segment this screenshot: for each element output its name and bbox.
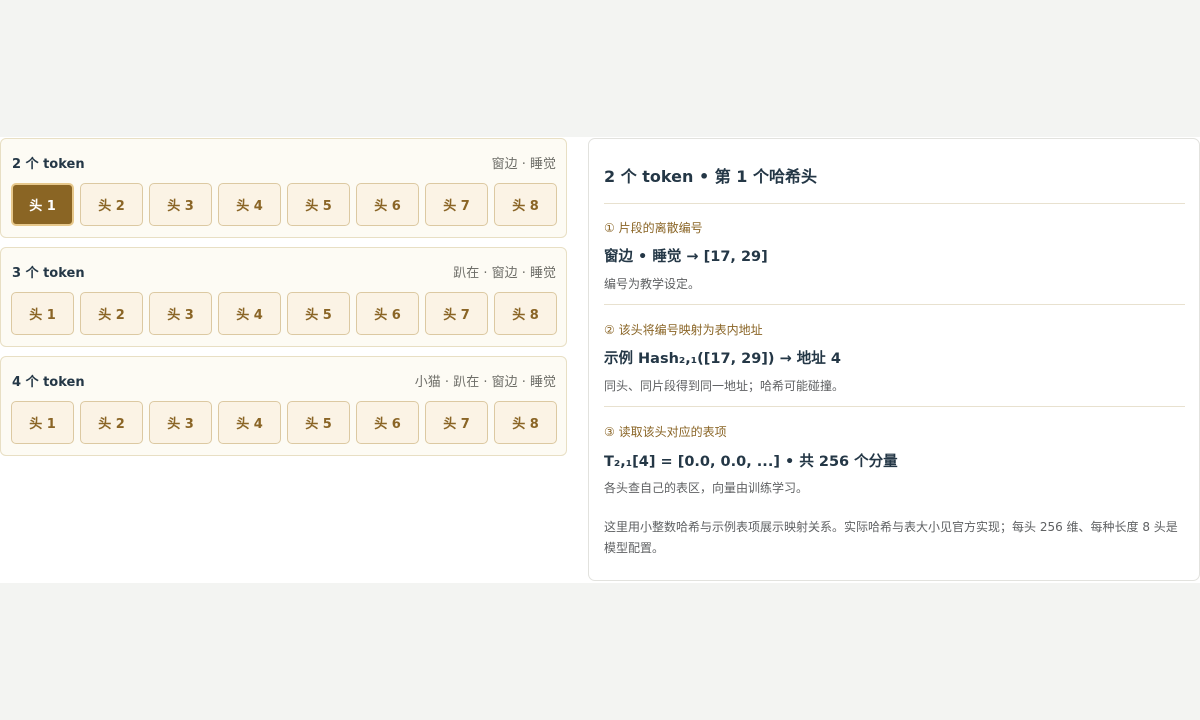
- head-5-button[interactable]: 头 5: [287, 292, 350, 335]
- head-4-button[interactable]: 头 4: [218, 401, 281, 444]
- group-tokens: 窗边 · 睡觉: [491, 157, 556, 172]
- step-3-value: T₂,₁[4] = [0.0, 0.0, ...] • 共 256 个分量: [604, 454, 898, 470]
- head-4-button[interactable]: 头 4: [218, 292, 281, 335]
- divider: [604, 304, 1185, 305]
- head-7-button[interactable]: 头 7: [425, 183, 488, 226]
- head-6-button[interactable]: 头 6: [356, 292, 419, 335]
- step-1-value: 窗边 • 睡觉 → [17, 29]: [604, 249, 768, 265]
- head-3-button[interactable]: 头 3: [149, 401, 212, 444]
- head-1-button[interactable]: 头 1: [11, 401, 74, 444]
- ngram-groups: 2 个 token 窗边 · 睡觉 头 1头 2头 3头 4头 5头 6头 7头…: [0, 138, 567, 465]
- head-6-button[interactable]: 头 6: [356, 401, 419, 444]
- step-3-note: 各头查自己的表区，向量由训练学习。: [604, 481, 809, 495]
- step-2-label: ② 该头将编号映射为表内地址: [604, 323, 763, 337]
- step-2-note: 同头、同片段得到同一地址；哈希可能碰撞。: [604, 379, 845, 393]
- head-2-button[interactable]: 头 2: [80, 183, 143, 226]
- detail-panel: 2 个 token • 第 1 个哈希头 ① 片段的离散编号 窗边 • 睡觉 →…: [588, 138, 1200, 581]
- group-tokens: 小猫 · 趴在 · 窗边 · 睡觉: [414, 375, 556, 390]
- group-title: 2 个 token: [12, 157, 85, 172]
- head-8-button[interactable]: 头 8: [494, 401, 557, 444]
- main-stage: 2 个 token 窗边 · 睡觉 头 1头 2头 3头 4头 5头 6头 7头…: [0, 137, 1200, 583]
- head-2-button[interactable]: 头 2: [80, 292, 143, 335]
- step-3-label: ③ 读取该头对应的表项: [604, 425, 727, 439]
- head-buttons: 头 1头 2头 3头 4头 5头 6头 7头 8: [11, 292, 557, 335]
- group-title: 3 个 token: [12, 266, 85, 281]
- group-2-token: 2 个 token 窗边 · 睡觉 头 1头 2头 3头 4头 5头 6头 7头…: [0, 138, 567, 238]
- head-buttons: 头 1头 2头 3头 4头 5头 6头 7头 8: [11, 183, 557, 226]
- head-3-button[interactable]: 头 3: [149, 292, 212, 335]
- head-8-button[interactable]: 头 8: [494, 292, 557, 335]
- head-4-button[interactable]: 头 4: [218, 183, 281, 226]
- head-6-button[interactable]: 头 6: [356, 183, 419, 226]
- panel-title: 2 个 token • 第 1 个哈希头: [604, 167, 818, 186]
- head-1-button[interactable]: 头 1: [11, 183, 74, 226]
- head-1-button[interactable]: 头 1: [11, 292, 74, 335]
- step-2-value: 示例 Hash₂,₁([17, 29]) → 地址 4: [604, 351, 841, 367]
- group-title: 4 个 token: [12, 375, 85, 390]
- head-3-button[interactable]: 头 3: [149, 183, 212, 226]
- head-8-button[interactable]: 头 8: [494, 183, 557, 226]
- head-5-button[interactable]: 头 5: [287, 183, 350, 226]
- footer-note: 这里用小整数哈希与示例表项展示映射关系。实际哈希与表大小见官方实现；每头 256…: [604, 520, 1178, 555]
- step-1-label: ① 片段的离散编号: [604, 221, 703, 235]
- head-7-button[interactable]: 头 7: [425, 401, 488, 444]
- head-2-button[interactable]: 头 2: [80, 401, 143, 444]
- divider: [604, 406, 1185, 407]
- head-5-button[interactable]: 头 5: [287, 401, 350, 444]
- step-1-note: 编号为教学设定。: [604, 277, 701, 291]
- group-3-token: 3 个 token 趴在 · 窗边 · 睡觉 头 1头 2头 3头 4头 5头 …: [0, 247, 567, 347]
- divider: [604, 203, 1185, 204]
- head-buttons: 头 1头 2头 3头 4头 5头 6头 7头 8: [11, 401, 557, 444]
- group-4-token: 4 个 token 小猫 · 趴在 · 窗边 · 睡觉 头 1头 2头 3头 4…: [0, 356, 567, 456]
- group-tokens: 趴在 · 窗边 · 睡觉: [453, 266, 556, 281]
- head-7-button[interactable]: 头 7: [425, 292, 488, 335]
